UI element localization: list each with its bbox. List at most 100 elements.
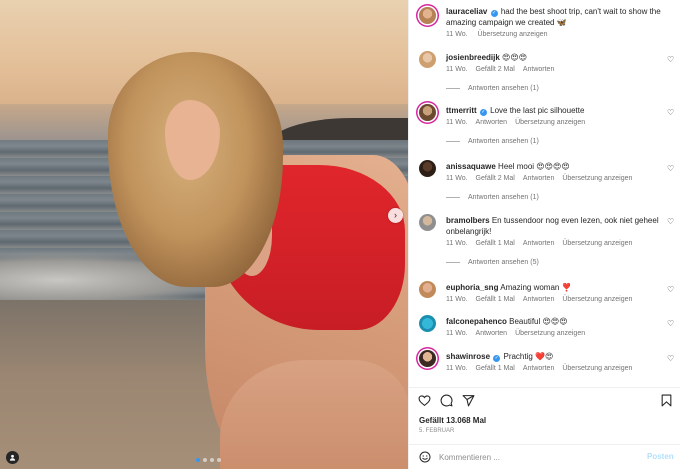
comment-like-heart-icon[interactable]: ♡ <box>667 286 675 294</box>
comment-like-heart-icon[interactable]: ♡ <box>667 355 675 363</box>
comment-likes[interactable]: Gefällt 1 Mal <box>476 365 515 372</box>
comment-username[interactable]: shawinrose <box>446 352 490 361</box>
next-slide-button[interactable]: › <box>388 208 403 223</box>
reply-link[interactable]: Antworten <box>523 296 555 303</box>
comment-input[interactable] <box>439 451 629 463</box>
comment-likes[interactable]: Gefällt 2 Mal <box>476 175 515 182</box>
emoji: 😍 <box>542 317 551 326</box>
caption-translate-link[interactable]: Übersetzung anzeigen <box>477 31 547 38</box>
emoji: 😍 <box>518 53 528 62</box>
comment-username[interactable]: josienbreedijk <box>446 53 500 62</box>
carousel-dot[interactable] <box>203 458 207 462</box>
comment-text-line: euphoria_sng Amazing woman ❣️ <box>446 282 661 293</box>
emoji: 😍 <box>559 317 568 326</box>
reply-link[interactable]: Antworten <box>523 240 555 247</box>
comment-text-line: falconepahenco Beautiful 😍😍😍 <box>446 316 661 327</box>
smiley-icon[interactable] <box>419 451 431 463</box>
comment-meta: 11 Wo. Gefällt 1 Mal Antworten Übersetzung … <box>446 239 640 248</box>
comment-likes[interactable]: Gefällt 1 Mal <box>476 240 515 247</box>
carousel-dot[interactable] <box>196 458 200 462</box>
comment-text: Amazing woman <box>500 283 560 292</box>
emoji: 😍 <box>544 162 553 171</box>
comment-like-heart-icon[interactable]: ♡ <box>667 218 675 226</box>
comment-like-heart-icon[interactable]: ♡ <box>667 165 675 173</box>
avatar[interactable] <box>419 160 436 177</box>
comment-text-line: bramolbers En tussendoor nog even lezen,… <box>446 215 661 237</box>
comment-text-line: ttmerritt ✓ Love the last pic silhouette <box>446 105 661 116</box>
comment-meta: 11 Wo. Gefällt 1 Mal Antworten Übersetzung … <box>446 364 640 373</box>
emoji: 😍 <box>510 53 519 62</box>
comment-username[interactable]: euphoria_sng <box>446 283 498 292</box>
view-replies-label: Antworten ansehen (5) <box>468 259 539 266</box>
comment-text-line: josienbreedijk 😍😍😍 <box>446 52 661 63</box>
comment-username[interactable]: bramolbers <box>446 216 490 225</box>
verified-badge-icon: ✓ <box>493 355 501 362</box>
reply-link[interactable]: Antworten <box>476 330 508 337</box>
comment-text: Heel mooi <box>498 162 535 171</box>
comment-age: 11 Wo. <box>446 119 468 126</box>
view-replies-link[interactable]: Antworten ansehen (1) <box>446 85 539 92</box>
comment-username[interactable]: anissaquawe <box>446 162 496 171</box>
translate-link[interactable]: Übersetzung anzeigen <box>562 240 632 247</box>
author-username[interactable]: lauraceliav <box>446 7 487 16</box>
avatar[interactable] <box>419 104 436 121</box>
comment-meta: 11 Wo. Antworten Übersetzung anzeigen <box>446 329 593 338</box>
comment-like-heart-icon[interactable]: ♡ <box>667 56 675 64</box>
reply-link[interactable]: Antworten <box>523 175 555 182</box>
translate-link[interactable]: Übersetzung anzeigen <box>562 296 632 303</box>
comment-username[interactable]: falconepahenco <box>446 317 507 326</box>
reply-link[interactable]: Antworten <box>523 365 555 372</box>
avatar[interactable] <box>419 51 436 68</box>
emoji: 😍 <box>536 162 545 171</box>
comment-likes[interactable]: Gefällt 1 Mal <box>476 296 515 303</box>
comment-like-heart-icon[interactable]: ♡ <box>667 109 675 117</box>
comment-like-heart-icon[interactable]: ♡ <box>667 320 675 328</box>
reply-link[interactable]: Antworten <box>523 66 555 73</box>
butterfly-emoji: 🦋 <box>556 18 567 27</box>
reply-link[interactable]: Antworten <box>476 119 508 126</box>
replies-divider <box>446 88 460 89</box>
avatar[interactable] <box>419 315 436 332</box>
translate-link[interactable]: Übersetzung anzeigen <box>515 330 585 337</box>
emoji: ❤️ <box>535 352 546 361</box>
caption: lauraceliav ✓ had the best shoot trip, c… <box>446 6 672 28</box>
comment-text-line: anissaquawe Heel mooi 😍😍😍😍 <box>446 161 661 172</box>
comment-age: 11 Wo. <box>446 175 468 182</box>
comment-likes[interactable]: Gefällt 2 Mal <box>476 66 515 73</box>
tag-button[interactable] <box>6 451 19 464</box>
avatar[interactable] <box>419 350 436 367</box>
comment-meta: 11 Wo. Gefällt 2 Mal Antworten <box>446 65 562 74</box>
post-media[interactable]: › <box>0 0 408 469</box>
view-replies-link[interactable]: Antworten ansehen (1) <box>446 138 539 145</box>
replies-divider <box>446 197 460 198</box>
emoji: 😍 <box>561 162 570 171</box>
translate-link[interactable]: Übersetzung anzeigen <box>562 365 632 372</box>
bookmark-icon[interactable] <box>660 394 673 407</box>
view-replies-label: Antworten ansehen (1) <box>468 85 539 92</box>
translate-link[interactable]: Übersetzung anzeigen <box>515 119 585 126</box>
carousel-dots <box>196 458 221 462</box>
caption-meta: 11 Wo. Übersetzung anzeigen <box>446 30 556 39</box>
heart-icon[interactable] <box>418 394 431 407</box>
view-replies-link[interactable]: Antworten ansehen (1) <box>446 194 539 201</box>
comment-username[interactable]: ttmerritt <box>446 106 477 115</box>
avatar[interactable] <box>419 281 436 298</box>
translate-link[interactable]: Übersetzung anzeigen <box>562 175 632 182</box>
comment-composer: Posten <box>409 444 680 469</box>
comment-age: 11 Wo. <box>446 66 468 73</box>
comment-text: Prachtig <box>503 352 533 361</box>
comment-meta: 11 Wo. Antworten Übersetzung anzeigen <box>446 118 593 127</box>
like-count[interactable]: Gefällt 13.068 Mal <box>419 416 486 425</box>
post-panel: lauraceliav ✓ had the best shoot trip, c… <box>408 0 680 469</box>
carousel-dot[interactable] <box>210 458 214 462</box>
avatar[interactable] <box>419 214 436 231</box>
avatar[interactable] <box>419 7 436 24</box>
paper-plane-icon[interactable] <box>462 394 475 407</box>
comment-text-line: shawinrose ✓ Prachtig ❤️😍 <box>446 351 661 362</box>
view-replies-link[interactable]: Antworten ansehen (5) <box>446 259 539 266</box>
comment-meta: 11 Wo. Gefällt 1 Mal Antworten Übersetzung … <box>446 295 640 304</box>
post-comment-button[interactable]: Posten <box>647 452 674 461</box>
emoji: 😍 <box>545 352 554 361</box>
carousel-dot[interactable] <box>217 458 221 462</box>
comment-icon[interactable] <box>440 394 453 407</box>
